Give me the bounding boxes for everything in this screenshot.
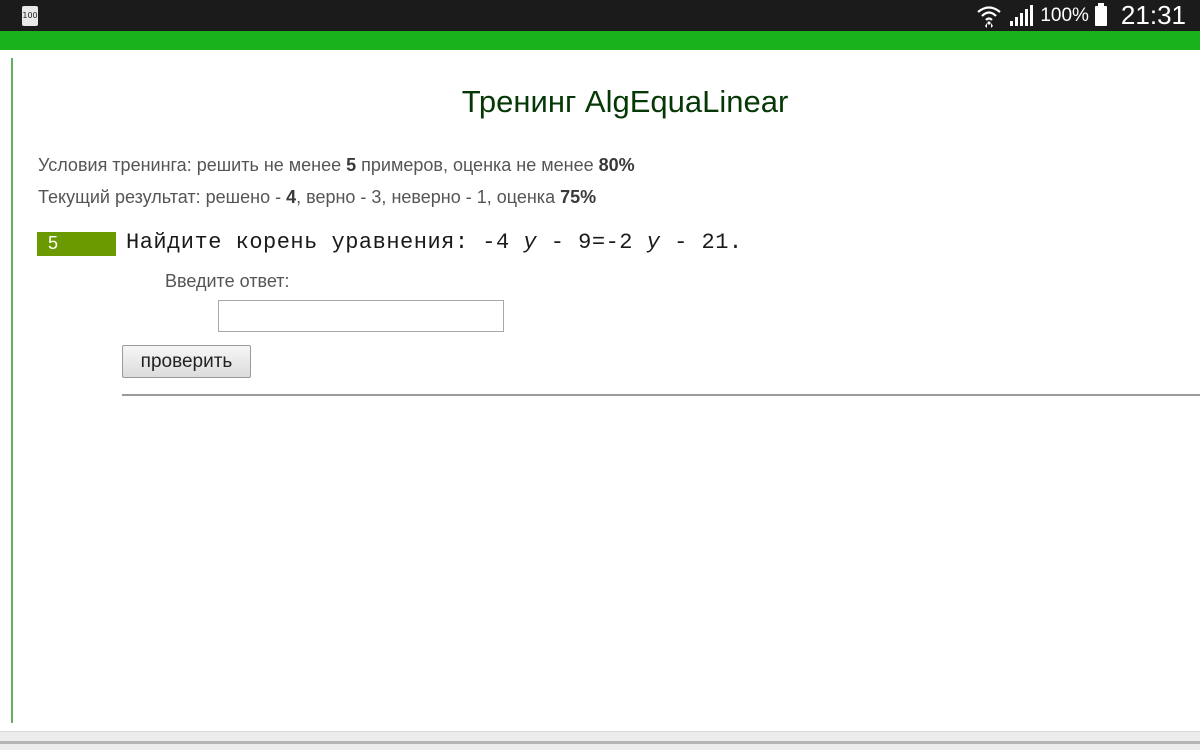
- clock: 21:31: [1120, 0, 1186, 30]
- conditions-min-examples: 5: [346, 155, 357, 175]
- status-icons: 100% 21:31: [976, 0, 1186, 31]
- left-border-line: [11, 58, 13, 723]
- bottom-scroll-bar: [0, 731, 1200, 750]
- task-text-after: - 21.: [660, 230, 743, 255]
- scroll-track: [0, 741, 1200, 744]
- wifi-icon: [977, 5, 1002, 28]
- result-prefix: Текущий результат: решено -: [38, 187, 287, 207]
- answer-input[interactable]: [218, 300, 504, 332]
- result-correct-part: , верно - 3, неверно - 1, оценка: [296, 187, 561, 207]
- browser-accent-bar: [0, 31, 1200, 50]
- result-solved: 4: [286, 187, 297, 207]
- page-title: Тренинг AlgEquaLinear: [461, 84, 789, 119]
- task-variable-2: y: [646, 230, 661, 255]
- task-question: Найдите корень уравнения: -4 y - 9=-2 y …: [126, 230, 743, 255]
- status-bar: 100 100% 21:31: [0, 0, 1200, 31]
- task-text-mid: - 9=-2: [537, 230, 647, 255]
- horizontal-divider: [122, 394, 1200, 396]
- answer-label: Введите ответ:: [165, 271, 290, 291]
- check-button[interactable]: проверить: [122, 345, 251, 378]
- battery-icon: [1094, 2, 1107, 26]
- current-result: Текущий результат: решено - 4, верно - 3…: [38, 187, 596, 208]
- conditions-middle: примеров, оценка не менее: [356, 155, 599, 175]
- task-number-badge: 5: [37, 232, 116, 256]
- conditions-min-score: 80%: [598, 155, 635, 175]
- result-score: 75%: [560, 187, 597, 207]
- battery-badge-text: 100: [22, 11, 38, 20]
- battery-percent: 100%: [1040, 4, 1089, 26]
- battery-notification-icon: 100: [22, 6, 38, 26]
- conditions-prefix: Условия тренинга: решить не менее: [38, 155, 347, 175]
- training-conditions: Условия тренинга: решить не менее 5 прим…: [38, 155, 635, 176]
- task-text-before: Найдите корень уравнения: -4: [126, 230, 524, 255]
- task-variable-1: y: [523, 230, 538, 255]
- signal-icon: [1010, 4, 1034, 26]
